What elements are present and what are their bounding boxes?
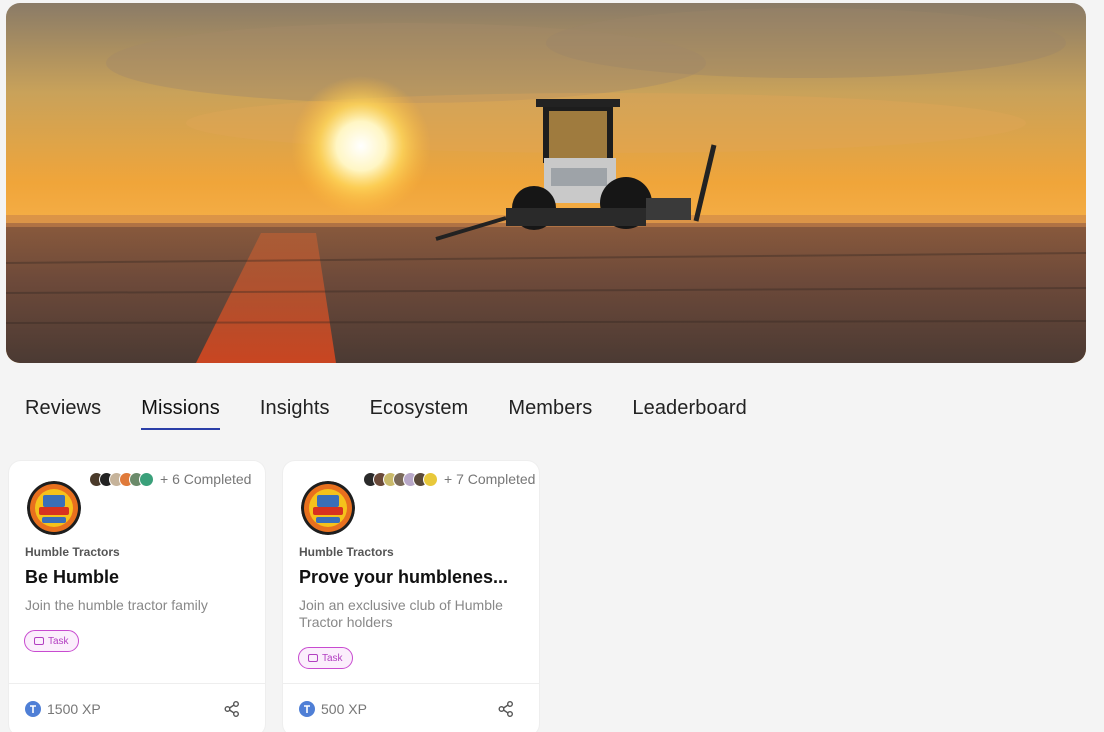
- completed-count: + 7 Completed: [444, 471, 536, 487]
- task-chip-label: Task: [48, 635, 69, 647]
- share-icon[interactable]: [497, 700, 515, 718]
- card-footer: 1500 XP: [9, 683, 265, 732]
- task-chip: Task: [298, 647, 353, 669]
- humble-tractors-logo: [301, 481, 355, 535]
- mission-card[interactable]: + 6 Completed Humble Tractors Be Humble …: [9, 461, 265, 732]
- tab-reviews[interactable]: Reviews: [25, 392, 101, 430]
- mission-title: Be Humble: [25, 567, 120, 587]
- tab-bar: Reviews Missions Insights Ecosystem Memb…: [25, 392, 787, 432]
- tab-members[interactable]: Members: [508, 392, 592, 430]
- ticket-icon: [34, 637, 44, 645]
- mission-title: Prove your humblenes...: [299, 567, 509, 587]
- ticket-icon: [308, 654, 318, 662]
- tab-ecosystem[interactable]: Ecosystem: [370, 392, 469, 430]
- tab-missions[interactable]: Missions: [141, 392, 220, 430]
- xp-reward: 500 XP: [299, 701, 367, 717]
- completed-count: + 6 Completed: [160, 471, 252, 487]
- mission-brand: Humble Tractors: [25, 545, 120, 559]
- humble-tractors-logo: [27, 481, 81, 535]
- mission-brand: Humble Tractors: [299, 545, 394, 559]
- token-icon: [25, 701, 41, 717]
- xp-reward: 1500 XP: [25, 701, 101, 717]
- avatar: [139, 471, 154, 487]
- token-icon: [299, 701, 315, 717]
- completed-avatars: + 6 Completed: [89, 471, 251, 487]
- completed-avatars: + 7 Completed: [363, 471, 535, 487]
- mission-description: Join the humble tractor family: [25, 597, 208, 613]
- tab-leaderboard[interactable]: Leaderboard: [632, 392, 747, 430]
- avatar: [423, 471, 438, 487]
- task-chip: Task: [24, 630, 79, 652]
- share-icon[interactable]: [223, 700, 241, 718]
- mission-description: Join an exclusive club of Humble Tractor…: [299, 597, 503, 630]
- xp-value: 500 XP: [321, 701, 367, 717]
- card-footer: 500 XP: [283, 683, 539, 732]
- task-chip-label: Task: [322, 652, 343, 664]
- tab-insights[interactable]: Insights: [260, 392, 330, 430]
- xp-value: 1500 XP: [47, 701, 101, 717]
- mission-card[interactable]: + 7 Completed Humble Tractors Prove your…: [283, 461, 539, 732]
- banner-image: [6, 3, 1086, 363]
